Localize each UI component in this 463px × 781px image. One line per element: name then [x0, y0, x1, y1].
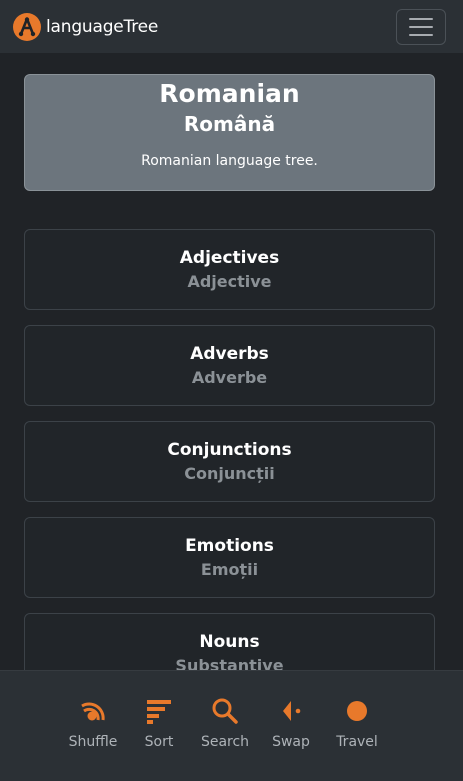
- bottom-toolbar: Shuffle Sort Search Swap Travel: [0, 670, 463, 781]
- category-card-emotions[interactable]: Emotions Emoții: [24, 517, 435, 598]
- language-description: Romanian language tree.: [141, 153, 318, 169]
- swap-icon: [283, 701, 301, 721]
- brand-name: languageTree: [46, 16, 159, 37]
- swap-button[interactable]: Swap: [258, 697, 324, 751]
- travel-label: Travel: [336, 734, 378, 750]
- category-name: Nouns: [199, 632, 260, 652]
- category-name: Conjunctions: [167, 440, 292, 460]
- hamburger-icon: [409, 17, 433, 36]
- brand-link[interactable]: languageTree: [13, 12, 159, 41]
- category-name: Adverbs: [190, 344, 269, 364]
- travel-icon: [347, 701, 367, 721]
- language-tree-logo-icon: [13, 12, 41, 41]
- category-name: Adjectives: [179, 248, 280, 268]
- category-card-conjunctions[interactable]: Conjunctions Conjuncții: [24, 421, 435, 502]
- category-card-adverbs[interactable]: Adverbs Adverbe: [24, 325, 435, 406]
- category-native-name: Adverbe: [191, 368, 268, 387]
- language-title: Romanian: [159, 79, 300, 108]
- shuffle-button[interactable]: Shuffle: [60, 697, 126, 751]
- language-header-card: Romanian Română Romanian language tree.: [24, 74, 435, 191]
- menu-toggle-button[interactable]: [396, 8, 446, 45]
- swap-label: Swap: [272, 734, 310, 750]
- sort-label: Sort: [144, 734, 174, 750]
- shuffle-icon: [81, 702, 105, 721]
- category-list: Adjectives Adjective Adverbs Adverbe Con…: [24, 229, 435, 694]
- category-native-name: Emoții: [200, 560, 259, 579]
- search-icon: [212, 698, 238, 724]
- category-card-adjectives[interactable]: Adjectives Adjective: [24, 229, 435, 310]
- sort-icon: [147, 700, 171, 724]
- sort-button[interactable]: Sort: [126, 697, 192, 751]
- search-button[interactable]: Search: [192, 697, 258, 751]
- travel-button[interactable]: Travel: [324, 697, 390, 751]
- shuffle-label: Shuffle: [68, 734, 118, 750]
- category-native-name: Adjective: [187, 272, 272, 291]
- search-label: Search: [200, 734, 250, 750]
- category-name: Emotions: [185, 536, 274, 556]
- category-native-name: Conjuncții: [184, 464, 275, 483]
- language-native-title: Română: [183, 112, 276, 136]
- main-content: Romanian Română Romanian language tree. …: [24, 74, 435, 709]
- top-navbar: languageTree: [0, 0, 463, 53]
